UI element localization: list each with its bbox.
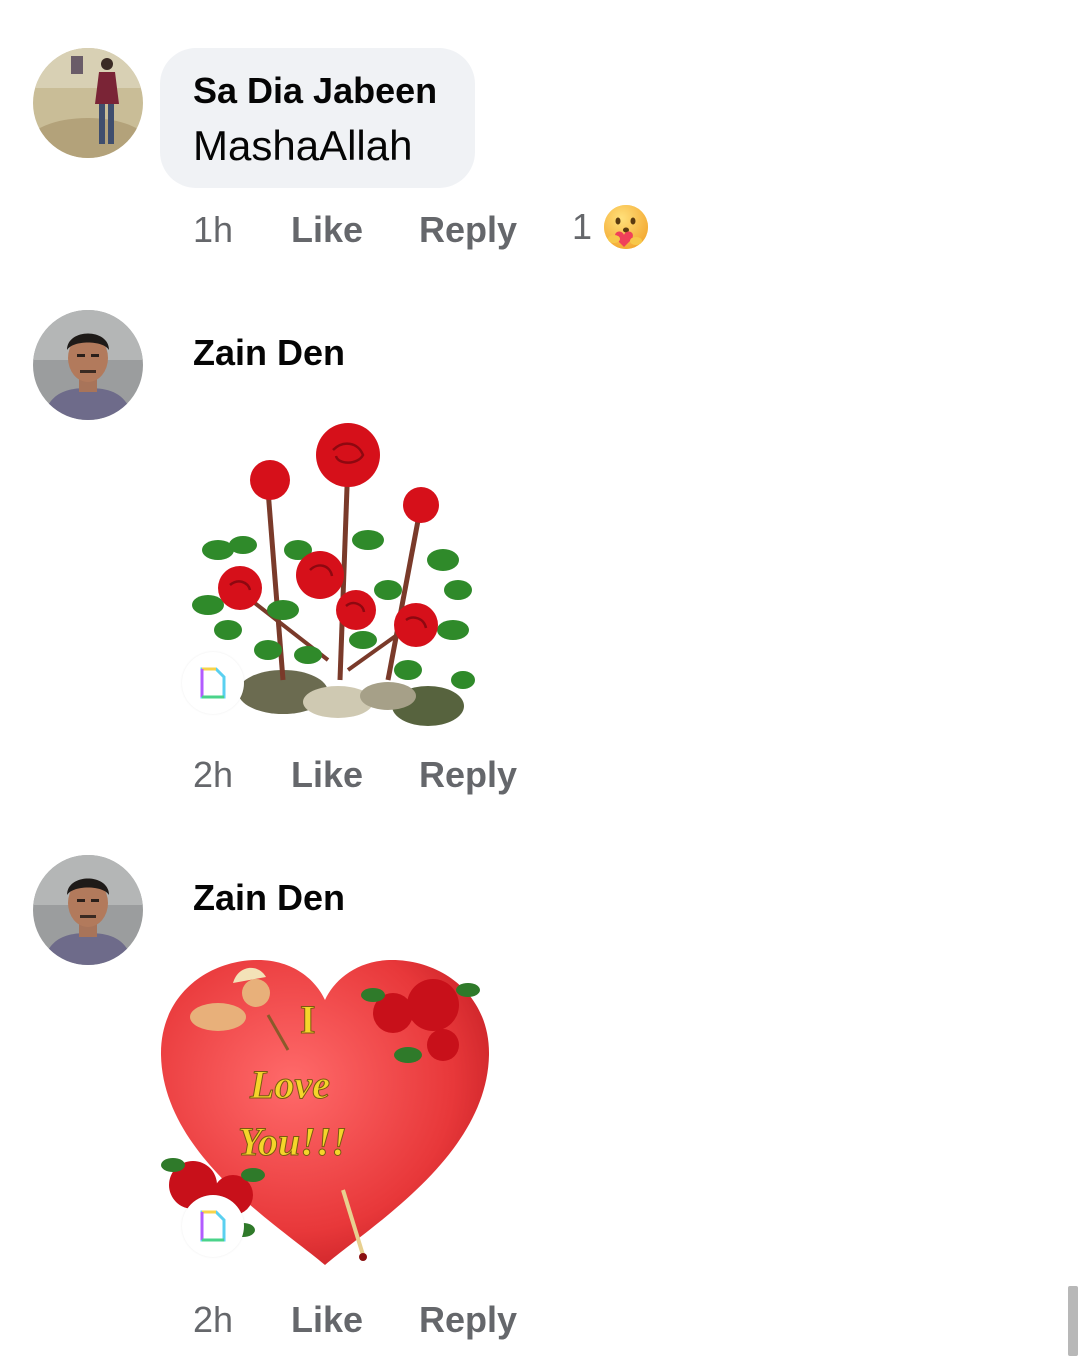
heart-text-you: You!!! xyxy=(238,1119,347,1164)
reply-button[interactable]: Reply xyxy=(419,209,517,251)
gif-file-icon xyxy=(200,667,226,699)
like-button[interactable]: Like xyxy=(291,754,419,796)
avatar[interactable] xyxy=(33,48,143,158)
avatar[interactable] xyxy=(33,310,143,420)
comment-actions: 1h Like Reply xyxy=(193,208,517,252)
gif-badge xyxy=(182,1195,244,1257)
person-standing-photo-icon xyxy=(33,48,143,158)
comment-text: MashaAllah xyxy=(193,122,413,169)
reply-button[interactable]: Reply xyxy=(419,1299,517,1341)
avatar[interactable] xyxy=(33,855,143,965)
comment-time[interactable]: 2h xyxy=(193,754,291,796)
heart-text-love: Love xyxy=(249,1062,330,1107)
gif-file-icon xyxy=(200,1210,226,1242)
reaction-count: 1 xyxy=(572,206,593,247)
man-portrait-photo-icon xyxy=(33,310,143,420)
comment-time[interactable]: 2h xyxy=(193,1299,291,1341)
comment-time[interactable]: 1h xyxy=(193,209,291,251)
comment-actions: 2h Like Reply xyxy=(193,1298,517,1342)
heart-sticker[interactable]: I Love You!!! xyxy=(158,955,492,1270)
heart-text-i: I xyxy=(300,997,316,1042)
care-emoji-icon xyxy=(604,205,649,249)
man-portrait-photo-icon xyxy=(33,855,143,965)
comment-author[interactable]: Sa Dia Jabeen xyxy=(193,70,437,112)
comment-actions: 2h Like Reply xyxy=(193,753,517,797)
gif-badge xyxy=(182,652,244,714)
reaction-summary[interactable]: 1 xyxy=(572,205,650,249)
rose-sticker[interactable] xyxy=(182,420,480,730)
comment-author[interactable]: Zain Den xyxy=(193,332,345,374)
comment-author[interactable]: Zain Den xyxy=(193,877,345,919)
reply-button[interactable]: Reply xyxy=(419,754,517,796)
like-button[interactable]: Like xyxy=(291,1299,419,1341)
scrollbar[interactable] xyxy=(1068,1286,1078,1356)
like-button[interactable]: Like xyxy=(291,209,419,251)
